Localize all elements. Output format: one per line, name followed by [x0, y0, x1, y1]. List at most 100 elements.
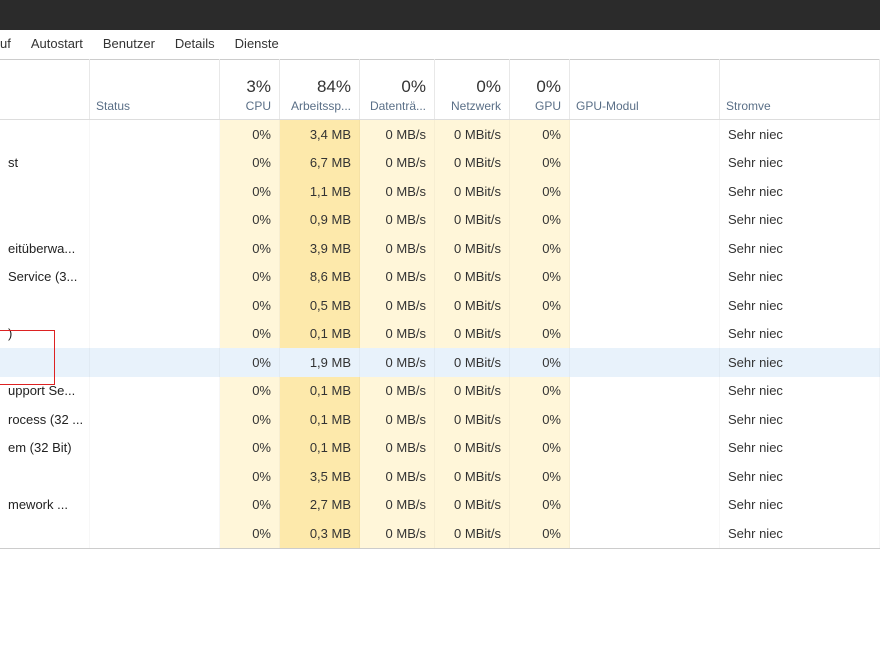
cell-power: Sehr niec — [720, 491, 880, 520]
cell-disk: 0 MB/s — [360, 405, 435, 434]
cell-cpu: 0% — [220, 348, 280, 377]
cell-power: Sehr niec — [720, 405, 880, 434]
column-headers: Status 3% CPU 84% Arbeitssp... 0% Datent… — [0, 60, 880, 120]
header-status[interactable]: Status — [90, 59, 220, 119]
cell-name: st — [0, 149, 90, 178]
tab-bar: uf Autostart Benutzer Details Dienste — [0, 30, 880, 60]
cell-gpu-module — [570, 348, 720, 377]
table-row[interactable]: 0%0,5 MB0 MB/s0 MBit/s0%Sehr niec — [0, 291, 880, 320]
cell-power: Sehr niec — [720, 320, 880, 349]
cell-gpu: 0% — [510, 234, 570, 263]
cell-gpu-module — [570, 519, 720, 548]
cell-cpu: 0% — [220, 120, 280, 149]
header-disk-pct: 0% — [401, 77, 426, 97]
cell-disk: 0 MB/s — [360, 377, 435, 406]
cell-status — [90, 405, 220, 434]
table-row[interactable]: st0%6,7 MB0 MB/s0 MBit/s0%Sehr niec — [0, 149, 880, 178]
cell-disk: 0 MB/s — [360, 234, 435, 263]
cell-gpu: 0% — [510, 291, 570, 320]
table-row[interactable]: mework ...0%2,7 MB0 MB/s0 MBit/s0%Sehr n… — [0, 491, 880, 520]
cell-gpu-module — [570, 177, 720, 206]
cell-name — [0, 291, 90, 320]
tab-autostart[interactable]: Autostart — [21, 30, 93, 59]
header-gpu[interactable]: 0% GPU — [510, 59, 570, 119]
cell-gpu-module — [570, 434, 720, 463]
cell-gpu-module — [570, 462, 720, 491]
header-network[interactable]: 0% Netzwerk — [435, 59, 510, 119]
table-row[interactable]: 0%0,9 MB0 MB/s0 MBit/s0%Sehr niec — [0, 206, 880, 235]
cell-power: Sehr niec — [720, 263, 880, 292]
table-row[interactable]: 0%0,3 MB0 MB/s0 MBit/s0%Sehr niec — [0, 519, 880, 548]
cell-name: Service (3... — [0, 263, 90, 292]
tab-verlauf-partial[interactable]: uf — [0, 30, 21, 59]
cell-power: Sehr niec — [720, 434, 880, 463]
cell-gpu: 0% — [510, 377, 570, 406]
cell-disk: 0 MB/s — [360, 320, 435, 349]
cell-network: 0 MBit/s — [435, 348, 510, 377]
cell-name — [0, 120, 90, 149]
table-row[interactable]: )0%0,1 MB0 MB/s0 MBit/s0%Sehr niec — [0, 320, 880, 349]
cell-name — [0, 206, 90, 235]
cell-gpu: 0% — [510, 149, 570, 178]
cell-name — [0, 348, 90, 377]
tab-benutzer[interactable]: Benutzer — [93, 30, 165, 59]
cell-memory: 0,5 MB — [280, 291, 360, 320]
cell-status — [90, 519, 220, 548]
cell-gpu: 0% — [510, 348, 570, 377]
cell-status — [90, 377, 220, 406]
table-row[interactable]: 0%1,1 MB0 MB/s0 MBit/s0%Sehr niec — [0, 177, 880, 206]
table-row[interactable]: upport Se...0%0,1 MB0 MB/s0 MBit/s0%Sehr… — [0, 377, 880, 406]
cell-memory: 1,1 MB — [280, 177, 360, 206]
cell-name: em (32 Bit) — [0, 434, 90, 463]
cell-cpu: 0% — [220, 491, 280, 520]
cell-status — [90, 348, 220, 377]
table-row[interactable]: 0%1,9 MB0 MB/s0 MBit/s0%Sehr niec — [0, 348, 880, 377]
header-cpu[interactable]: 3% CPU — [220, 59, 280, 119]
cell-disk: 0 MB/s — [360, 120, 435, 149]
cell-status — [90, 177, 220, 206]
cell-gpu-module — [570, 149, 720, 178]
cell-memory: 0,1 MB — [280, 320, 360, 349]
header-name[interactable] — [0, 59, 90, 119]
cell-network: 0 MBit/s — [435, 177, 510, 206]
cell-gpu: 0% — [510, 320, 570, 349]
header-power-label: Stromve — [726, 99, 771, 113]
cell-network: 0 MBit/s — [435, 149, 510, 178]
cell-network: 0 MBit/s — [435, 519, 510, 548]
header-memory-pct: 84% — [317, 77, 351, 97]
cell-status — [90, 149, 220, 178]
cell-status — [90, 234, 220, 263]
cell-network: 0 MBit/s — [435, 120, 510, 149]
cell-power: Sehr niec — [720, 291, 880, 320]
table-row[interactable]: eitüberwa...0%3,9 MB0 MB/s0 MBit/s0%Sehr… — [0, 234, 880, 263]
cell-status — [90, 491, 220, 520]
header-gpu-module[interactable]: GPU-Modul — [570, 59, 720, 119]
header-memory-label: Arbeitssp... — [291, 99, 351, 113]
tab-dienste[interactable]: Dienste — [225, 30, 289, 59]
table-row[interactable]: Service (3...0%8,6 MB0 MB/s0 MBit/s0%Seh… — [0, 263, 880, 292]
cell-status — [90, 320, 220, 349]
cell-gpu-module — [570, 206, 720, 235]
cell-disk: 0 MB/s — [360, 149, 435, 178]
header-disk[interactable]: 0% Datenträ... — [360, 59, 435, 119]
table-row[interactable]: rocess (32 ...0%0,1 MB0 MB/s0 MBit/s0%Se… — [0, 405, 880, 434]
header-cpu-pct: 3% — [246, 77, 271, 97]
cell-disk: 0 MB/s — [360, 263, 435, 292]
cell-cpu: 0% — [220, 377, 280, 406]
cell-status — [90, 206, 220, 235]
cell-gpu-module — [570, 120, 720, 149]
header-disk-label: Datenträ... — [370, 99, 426, 113]
header-memory[interactable]: 84% Arbeitssp... — [280, 59, 360, 119]
cell-name: eitüberwa... — [0, 234, 90, 263]
cell-memory: 2,7 MB — [280, 491, 360, 520]
header-power[interactable]: Stromve — [720, 59, 880, 119]
header-gpu-label: GPU — [535, 99, 561, 113]
table-row[interactable]: em (32 Bit)0%0,1 MB0 MB/s0 MBit/s0%Sehr … — [0, 434, 880, 463]
tab-details[interactable]: Details — [165, 30, 225, 59]
table-row[interactable]: 0%3,4 MB0 MB/s0 MBit/s0%Sehr niec — [0, 120, 880, 149]
cell-power: Sehr niec — [720, 462, 880, 491]
cell-power: Sehr niec — [720, 149, 880, 178]
cell-network: 0 MBit/s — [435, 263, 510, 292]
table-row[interactable]: 0%3,5 MB0 MB/s0 MBit/s0%Sehr niec — [0, 462, 880, 491]
cell-name: upport Se... — [0, 377, 90, 406]
